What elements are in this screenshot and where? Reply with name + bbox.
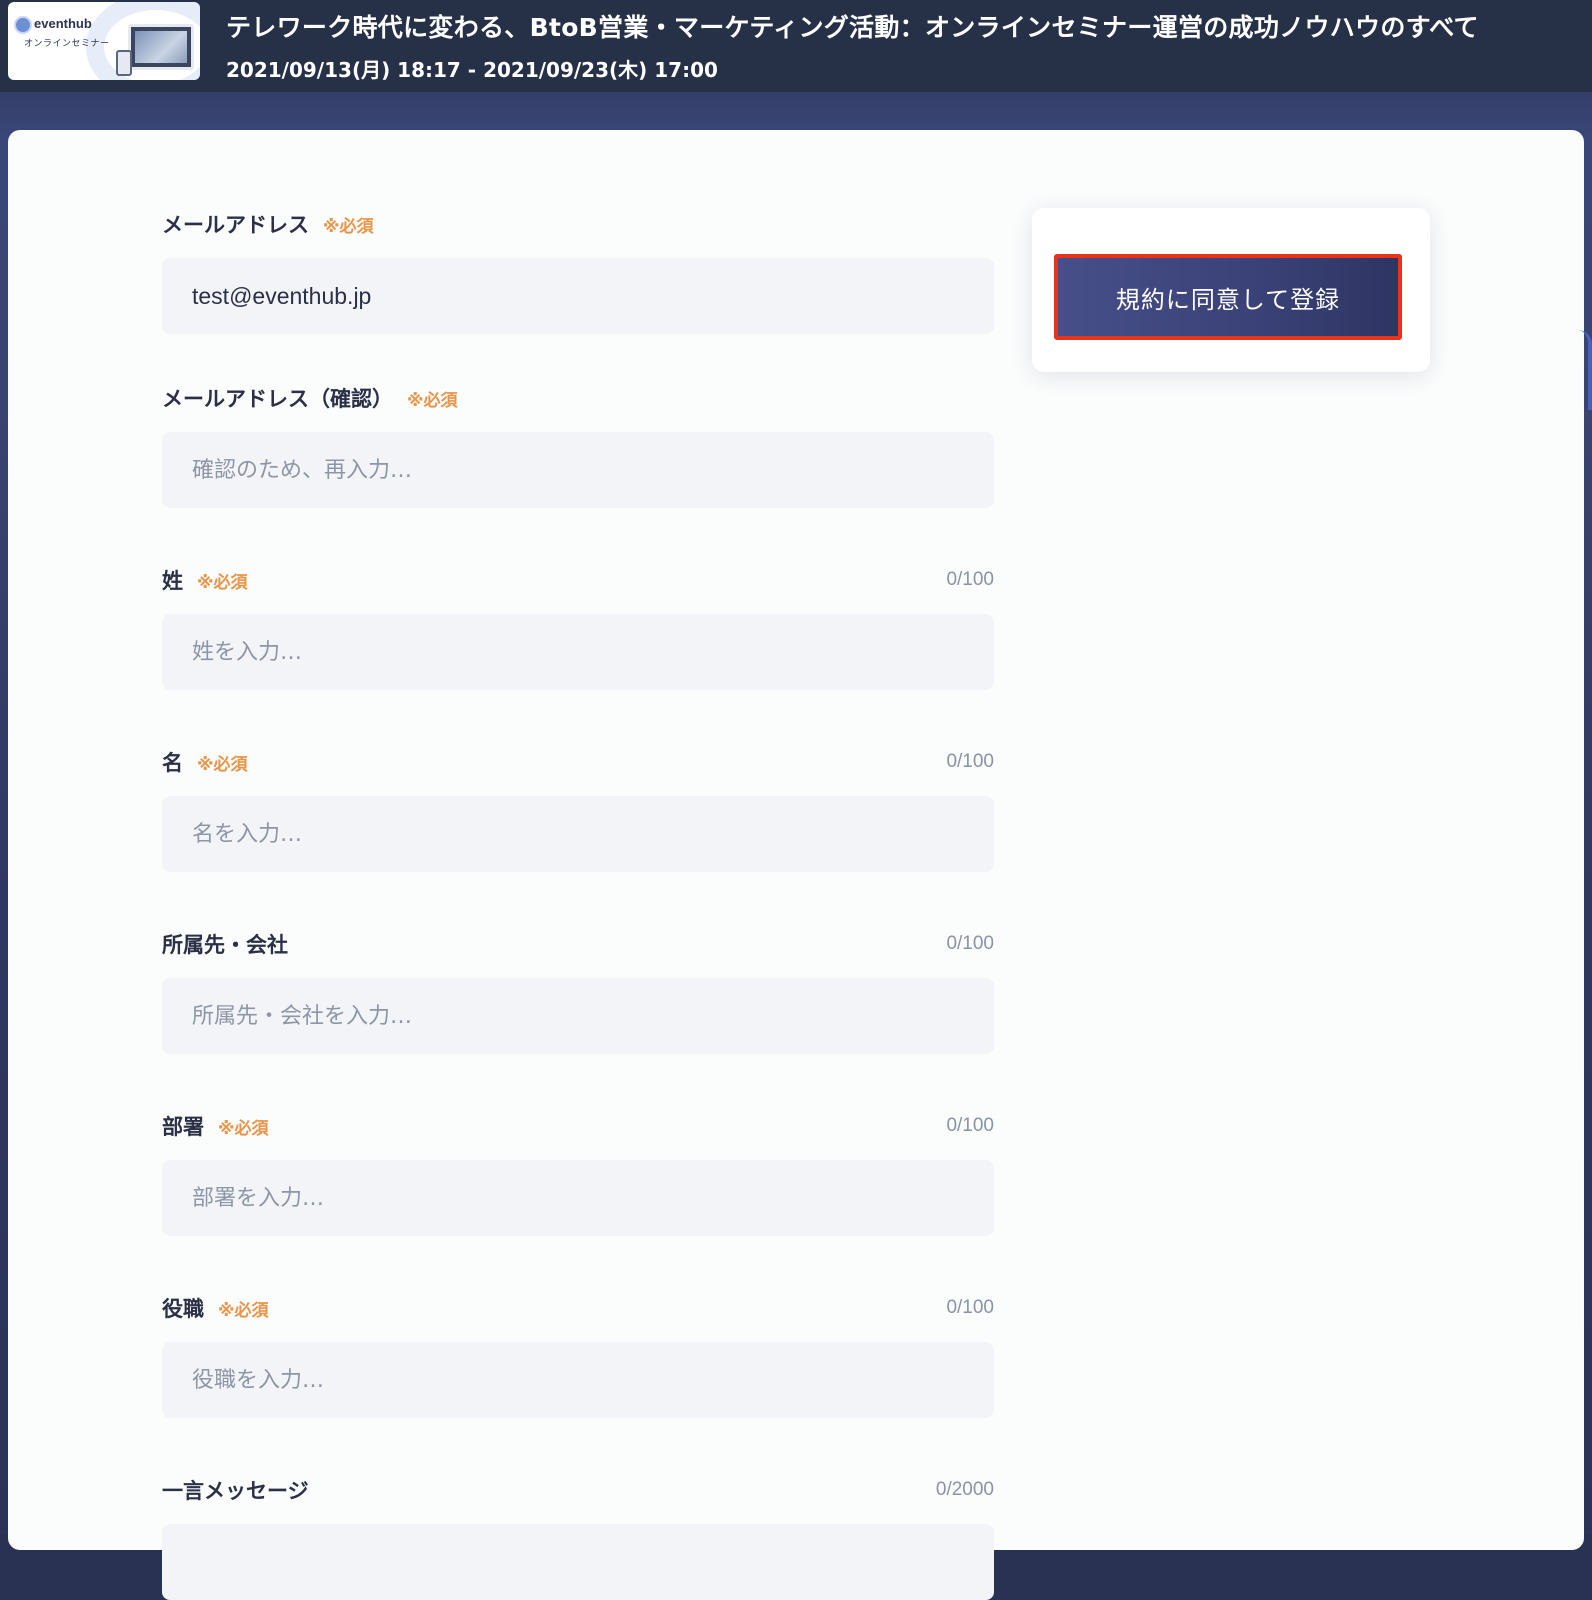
field-input[interactable] [162,1524,994,1600]
event-thumbnail: eventhub オンラインセミナー [8,2,200,80]
field-label-group: 所属先・会社 [162,929,288,959]
thumbnail-subtitle: オンラインセミナー [24,39,110,49]
form-field: 一言メッセージ 0/2000 [162,1476,994,1600]
field-label: 一言メッセージ [162,1479,309,1503]
required-mark: ※必須 [197,572,248,593]
field-label-row: 名 ※必須 0/100 [162,748,994,776]
form-field: 部署 ※必須 0/100 [162,1112,994,1236]
form-field: 所属先・会社 0/100 [162,930,994,1054]
field-label: 名 [162,751,183,775]
form-field: メールアドレス（確認） ※必須 [162,384,994,508]
field-label: メールアドレス [162,213,309,237]
field-input[interactable] [162,432,994,508]
form-field: メールアドレス ※必須 [162,210,994,334]
required-mark: ※必須 [197,754,248,775]
character-counter: 0/100 [946,1297,994,1318]
registration-card: メールアドレス※必須メールアドレス（確認）※必須姓※必須0/100名※必須0/1… [8,130,1584,1600]
field-label-row: 一言メッセージ 0/2000 [162,1476,994,1504]
event-period: 2021/09/13(月) 18:17 - 2021/09/23(木) 17:0… [226,58,718,82]
field-label-group: 姓 ※必須 [162,565,248,595]
header-text: テレワーク時代に変わる、BtoB営業・マーケティング活動：オンラインセミナー運営… [226,8,1479,83]
field-label-group: 名 ※必須 [162,747,248,777]
field-label-row: 姓 ※必須 0/100 [162,566,994,594]
field-label-row: 部署 ※必須 0/100 [162,1112,994,1140]
field-input[interactable] [162,614,994,690]
field-label: メールアドレス（確認） [162,387,393,411]
field-label: 役職 [162,1297,204,1321]
agree-and-register-button[interactable]: 規約に同意して登録 [1054,254,1402,340]
character-counter: 0/100 [946,751,994,772]
field-label-group: 役職 ※必須 [162,1293,269,1323]
field-input[interactable] [162,1160,994,1236]
field-label-group: メールアドレス ※必須 [162,209,374,239]
character-counter: 0/100 [946,569,994,590]
registration-form: メールアドレス※必須メールアドレス（確認）※必須姓※必須0/100名※必須0/1… [162,210,994,1600]
field-input[interactable] [162,1342,994,1418]
form-field: 名 ※必須 0/100 [162,748,994,872]
field-label: 部署 [162,1115,204,1139]
phone-illustration-icon [116,50,132,76]
field-label-group: 一言メッセージ [162,1475,309,1505]
event-title: テレワーク時代に変わる、BtoB営業・マーケティング活動：オンラインセミナー運営… [226,13,1479,42]
field-input[interactable] [162,258,994,334]
field-label: 所属先・会社 [162,933,288,957]
field-label-group: 部署 ※必須 [162,1111,269,1141]
form-field: 姓 ※必須 0/100 [162,566,994,690]
eventhub-logo-icon [14,16,32,34]
edge-decoration [1578,330,1592,410]
required-mark: ※必須 [407,390,458,411]
field-label-row: メールアドレス ※必須 [162,210,994,238]
field-input[interactable] [162,796,994,872]
character-counter: 0/100 [946,933,994,954]
thumbnail-logo-text: eventhub [34,16,92,31]
character-counter: 0/100 [946,1115,994,1136]
required-mark: ※必須 [218,1118,269,1139]
event-header: eventhub オンラインセミナー テレワーク時代に変わる、BtoB営業・マー… [0,0,1592,92]
character-counter: 0/2000 [935,1479,994,1500]
field-label-row: 所属先・会社 0/100 [162,930,994,958]
required-mark: ※必須 [218,1300,269,1321]
register-panel: 規約に同意して登録 [1032,208,1430,372]
field-label: 姓 [162,569,183,593]
required-mark: ※必須 [323,216,374,237]
field-label-row: 役職 ※必須 0/100 [162,1294,994,1322]
form-field: 役職 ※必須 0/100 [162,1294,994,1418]
field-label-group: メールアドレス（確認） ※必須 [162,383,458,413]
field-input[interactable] [162,978,994,1054]
field-label-row: メールアドレス（確認） ※必須 [162,384,994,412]
monitor-illustration-icon [128,24,194,70]
